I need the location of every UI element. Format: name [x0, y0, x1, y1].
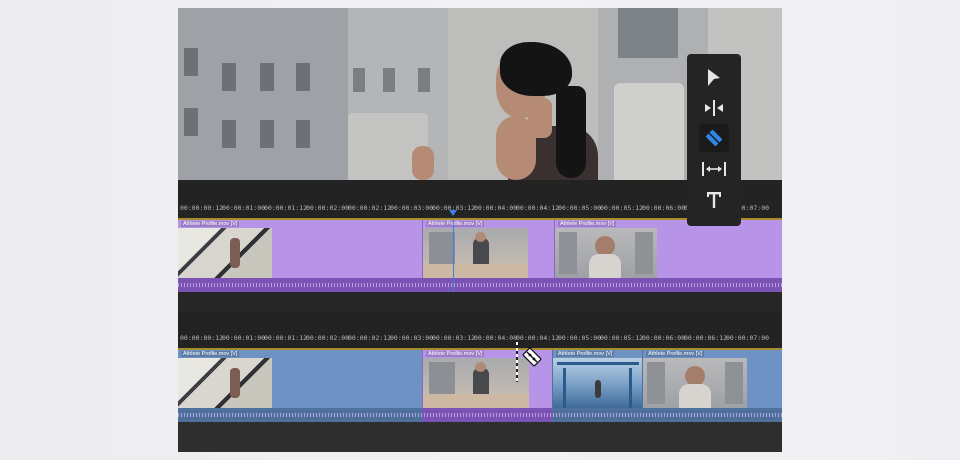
- clip-label: Athlete Profile.mov [V]: [556, 351, 615, 357]
- tools-panel: [687, 54, 741, 226]
- timecode: 00:00:04:12: [516, 334, 560, 342]
- ripple-edit-icon: [705, 100, 723, 116]
- window: [260, 120, 274, 148]
- timecode: 00:00:04:12: [516, 204, 560, 212]
- timecode: 00:00:06:12: [684, 334, 728, 342]
- clip[interactable]: [272, 350, 422, 408]
- slip-icon: [702, 162, 726, 176]
- timecode: 00:00:07:00: [726, 334, 770, 342]
- clip-thumbnail: [178, 358, 272, 408]
- timeline-footer: [178, 422, 782, 452]
- clip-thumbnail: [423, 228, 528, 278]
- video-track-bottom: Athlete Profile.mov [V] Athlete Profile.…: [178, 350, 782, 408]
- clip-label: Athlete Profile.mov [V]: [646, 351, 705, 357]
- timecode: 00:00:04:00: [474, 334, 518, 342]
- clip-label: Athlete Profile.mov [V]: [426, 221, 485, 227]
- timecode: 00:00:05:12: [600, 334, 644, 342]
- track-divider: [178, 292, 782, 312]
- razor-icon: [705, 129, 723, 147]
- window: [296, 63, 310, 91]
- timecode: 00:00:02:00: [306, 204, 350, 212]
- timecode: 00:00:00:12: [180, 204, 224, 212]
- clip-thumbnail: [553, 358, 642, 408]
- arrow-cursor-icon: [708, 69, 720, 86]
- audio-waveform: [178, 283, 782, 287]
- window: [184, 108, 198, 136]
- clip-label: Athlete Profile.mov [V]: [558, 221, 617, 227]
- timecode: 00:00:01:12: [264, 204, 308, 212]
- razor-cursor-icon: [518, 344, 546, 377]
- timecode: 00:00:01:00: [222, 334, 266, 342]
- timecode: 00:00:05:00: [558, 204, 602, 212]
- razor-tool-button[interactable]: [699, 124, 729, 152]
- timecode: 00:00:05:00: [558, 334, 602, 342]
- window: [418, 68, 430, 92]
- timecode: 00:00:00:12: [180, 334, 224, 342]
- window: [296, 120, 310, 148]
- clip[interactable]: Athlete Profile.mov [V]: [178, 220, 272, 278]
- clip[interactable]: Athlete Profile.mov [V]: [642, 350, 782, 408]
- clip-thumbnail: [643, 358, 747, 408]
- window: [222, 63, 236, 91]
- window: [222, 120, 236, 148]
- runner-hand: [412, 146, 434, 180]
- clip-label: Athlete Profile.mov [V]: [181, 351, 240, 357]
- timecode: 00:00:06:00: [642, 334, 686, 342]
- clip[interactable]: Athlete Profile.mov [V]: [552, 350, 642, 408]
- type-icon: [707, 192, 721, 208]
- selection-tool-button[interactable]: [699, 64, 729, 92]
- timecode: 00:00:02:12: [348, 334, 392, 342]
- timecode: 00:00:06:00: [642, 204, 686, 212]
- type-tool-button[interactable]: [699, 186, 729, 214]
- timecode: 00:00:02:00: [306, 334, 350, 342]
- video-track-top: Athlete Profile.mov [V] Athlete Profile.…: [178, 220, 782, 278]
- clip[interactable]: [272, 220, 422, 278]
- building-left: [178, 8, 348, 180]
- window: [353, 68, 365, 92]
- window: [184, 48, 198, 76]
- clip[interactable]: Athlete Profile.mov [V]: [178, 350, 272, 408]
- clip-label: Athlete Profile.mov [V]: [426, 351, 485, 357]
- playhead-marker[interactable]: [449, 210, 457, 216]
- timecode: 00:00:02:12: [348, 204, 392, 212]
- building-dark-top: [618, 8, 678, 58]
- timecode: 00:00:03:00: [390, 334, 434, 342]
- timecode: 00:00:05:12: [600, 204, 644, 212]
- timecode: 00:00:01:00: [222, 204, 266, 212]
- audio-track-top[interactable]: [178, 278, 782, 292]
- runner-neck: [528, 98, 552, 138]
- timecode: 00:00:01:12: [264, 334, 308, 342]
- clip[interactable]: Athlete Profile.mov [V]: [422, 220, 528, 278]
- rooftop-structure: [614, 83, 684, 180]
- timeline-ruler-bottom[interactable]: 00:00:00:12 00:00:01:00 00:00:01:12 00:0…: [178, 312, 782, 350]
- clip-thumbnail: [178, 228, 272, 278]
- timecode: 00:00:04:00: [474, 204, 518, 212]
- timecode: 00:00:03:12: [432, 334, 476, 342]
- clip-thumbnail: [423, 358, 529, 408]
- clip-label: Athlete Profile.mov [V]: [181, 221, 240, 227]
- audio-track-bottom[interactable]: [178, 408, 782, 422]
- window: [383, 68, 395, 92]
- timecode: 00:00:03:00: [390, 204, 434, 212]
- clip[interactable]: [528, 220, 554, 278]
- slip-tool-button[interactable]: [699, 155, 729, 183]
- ripple-edit-tool-button[interactable]: [699, 94, 729, 122]
- clip[interactable]: Athlete Profile.mov [V]: [554, 220, 782, 278]
- clip-thumbnail: [555, 228, 657, 278]
- audio-waveform: [178, 413, 782, 417]
- runner-ponytail: [556, 86, 586, 178]
- window: [260, 63, 274, 91]
